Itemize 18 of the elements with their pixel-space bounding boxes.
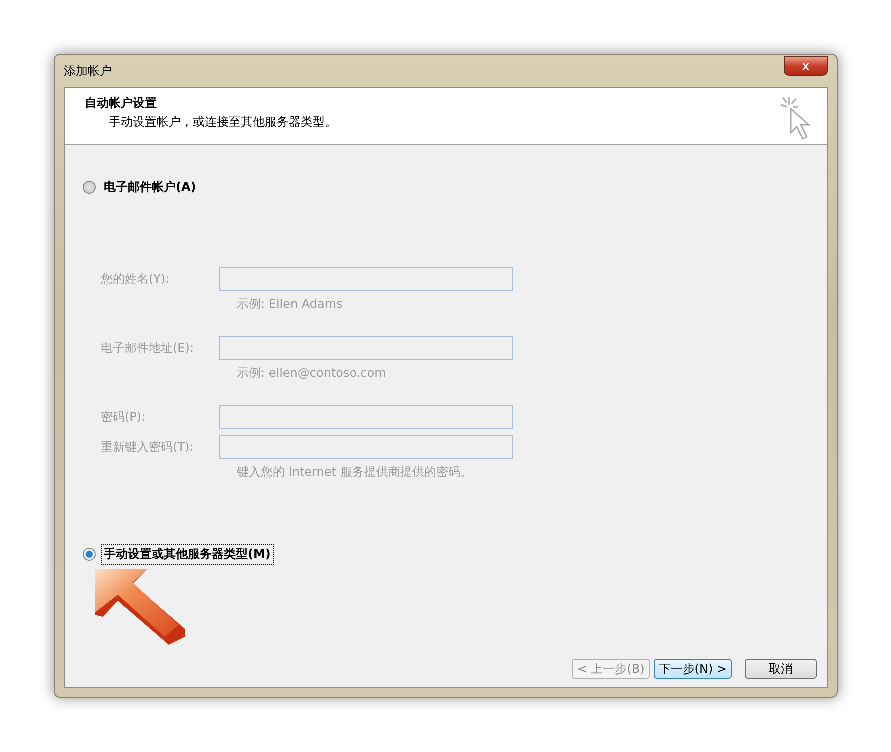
window-title: 添加帐户 <box>64 62 112 80</box>
field-label: 重新键入密码(T): <box>101 438 195 456</box>
field-label: 密码(P): <box>101 408 147 426</box>
header-title: 自动帐户设置 <box>85 95 158 112</box>
radio-label[interactable]: 手动设置或其他服务器类型(M) <box>101 544 274 565</box>
radio-button[interactable] <box>83 181 96 194</box>
close-button[interactable]: x <box>784 56 828 76</box>
header-subtitle: 手动设置帐户，或连接至其他服务器类型。 <box>109 114 337 131</box>
field-hint: 示例: ellen@contoso.com <box>236 365 388 382</box>
radio-label[interactable]: 电子邮件帐户(A) <box>101 177 200 198</box>
field-hint: 示例: Ellen Adams <box>236 296 344 313</box>
field-label: 您的姓名(Y): <box>101 270 171 288</box>
cursor-sparkle-icon <box>779 95 813 141</box>
dialog-button[interactable]: 下一步(N) > <box>654 659 732 679</box>
field-hint: 键入您的 Internet 服务提供商提供的密码。 <box>236 464 474 481</box>
radio-button[interactable] <box>83 548 96 561</box>
field-label: 电子邮件地址(E): <box>101 340 195 356</box>
dialog-button[interactable]: 取消 <box>745 659 817 679</box>
